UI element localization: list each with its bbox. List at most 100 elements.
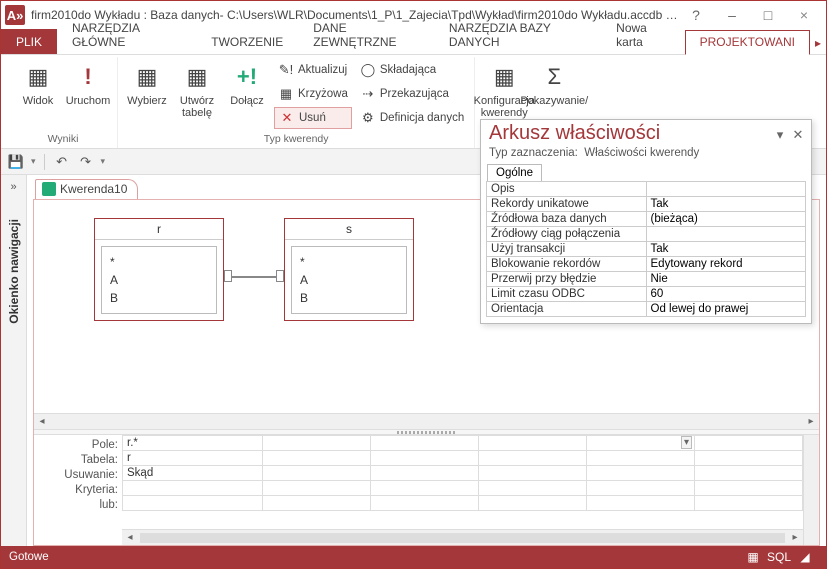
union-icon: ◯ bbox=[360, 62, 376, 78]
nav-expand-icon[interactable]: » bbox=[10, 181, 16, 193]
property-tab-general[interactable]: Ogólne bbox=[487, 164, 542, 181]
property-sheet-move-icon[interactable]: ▾ bbox=[771, 127, 789, 143]
tab-home[interactable]: NARZĘDZIA GŁÓWNE bbox=[57, 16, 196, 54]
close-button[interactable]: × bbox=[786, 3, 822, 27]
crosstab-icon: ▦ bbox=[278, 86, 294, 102]
append-button[interactable]: +!Dołącz bbox=[224, 59, 270, 107]
prop-val-opis[interactable] bbox=[646, 182, 806, 197]
table-r-field-b[interactable]: B bbox=[110, 289, 208, 307]
prop-key-fail: Przerwij przy błędzie bbox=[487, 272, 647, 287]
tab-create[interactable]: TWORZENIE bbox=[196, 30, 298, 54]
prop-key-srcconn: Źródłowy ciąg połączenia bbox=[487, 227, 647, 242]
group-querytype-label: Typ kwerendy bbox=[264, 131, 329, 148]
cell-tabela-1[interactable]: r bbox=[123, 451, 263, 466]
table-s[interactable]: s * A B bbox=[284, 218, 414, 321]
diagram-hscroll[interactable]: ◂▸ bbox=[34, 413, 819, 429]
tab-dbtools[interactable]: NARZĘDZIA BAZY DANYCH bbox=[434, 16, 601, 54]
cell-kryteria-1[interactable] bbox=[123, 481, 263, 496]
prop-val-srcconn[interactable] bbox=[646, 227, 806, 242]
property-grid: Opis Rekordy unikatoweTak Źródłowa baza … bbox=[486, 181, 806, 317]
update-label: Aktualizuj bbox=[298, 64, 347, 76]
cell-pole-3[interactable] bbox=[371, 436, 479, 451]
redo-icon[interactable]: ↷ bbox=[77, 153, 95, 171]
maximize-button[interactable]: □ bbox=[750, 3, 786, 27]
qat-dropdown-icon[interactable]: ▾ bbox=[31, 156, 36, 167]
run-label: Uruchom bbox=[66, 95, 111, 107]
doc-tab-kwerenda10[interactable]: Kwerenda10 bbox=[35, 179, 138, 199]
maketable-label: Utwórz tabelę bbox=[174, 95, 220, 119]
join-stub-left bbox=[224, 270, 232, 282]
cell-pole-2[interactable] bbox=[263, 436, 371, 451]
view-button[interactable]: ▦ Widok bbox=[15, 59, 61, 107]
cell-usuwanie-1[interactable]: Skąd bbox=[123, 466, 263, 481]
minimize-button[interactable]: – bbox=[714, 3, 750, 27]
prop-val-srcdb[interactable]: (bieżąca) bbox=[646, 212, 806, 227]
querysetup-button[interactable]: ▦Konfiguracja kwerendy bbox=[481, 59, 527, 119]
prop-val-unique[interactable]: Tak bbox=[646, 197, 806, 212]
view-datasheet-icon[interactable]: ▦ bbox=[740, 550, 766, 564]
property-sheet-close-icon[interactable]: ✕ bbox=[789, 127, 807, 143]
crosstab-button[interactable]: ▦Krzyżowa bbox=[274, 83, 352, 105]
prop-val-odbc[interactable]: 60 bbox=[646, 287, 806, 302]
table-icon: ▦ bbox=[131, 61, 163, 93]
exclaim-icon: ! bbox=[72, 61, 104, 93]
tab-design[interactable]: PROJEKTOWANI bbox=[685, 30, 810, 55]
tab-file[interactable]: PLIK bbox=[1, 29, 57, 54]
cell-pole-6[interactable] bbox=[695, 436, 803, 451]
showhide-button[interactable]: ΣPokazywanie/ bbox=[531, 59, 577, 107]
prop-val-lock[interactable]: Edytowany rekord bbox=[646, 257, 806, 272]
delete-label: Usuń bbox=[299, 112, 326, 124]
navigation-pane-collapsed[interactable]: » Okienko nawigacji bbox=[1, 175, 27, 546]
property-sheet: Arkusz właściwości ▾ ✕ Typ zaznaczenia: … bbox=[480, 119, 812, 324]
cell-pole-4[interactable] bbox=[479, 436, 587, 451]
cell-pole-5[interactable] bbox=[587, 436, 695, 451]
showhide-label: Pokazywanie/ bbox=[520, 95, 588, 107]
qbe-hscroll[interactable]: ◂▸ bbox=[122, 529, 803, 545]
select-button[interactable]: ▦Wybierz bbox=[124, 59, 170, 107]
table-r-header: r bbox=[95, 219, 223, 240]
join-line[interactable] bbox=[224, 276, 284, 278]
label-kryteria: Kryteria: bbox=[34, 483, 118, 498]
view-label: Widok bbox=[23, 95, 54, 107]
prop-key-lock: Blokowanie rekordów bbox=[487, 257, 647, 272]
prop-val-fail[interactable]: Nie bbox=[646, 272, 806, 287]
union-button[interactable]: ◯ Składająca bbox=[356, 59, 468, 81]
prop-key-srcdb: Źródłowa baza danych bbox=[487, 212, 647, 227]
union-label: Składająca bbox=[380, 64, 436, 76]
view-sql-button[interactable]: SQL bbox=[766, 550, 792, 564]
save-icon[interactable]: 💾 bbox=[7, 153, 25, 171]
qbe-columns[interactable]: r.* r Skąd ◂▸ bbox=[122, 435, 803, 545]
update-button[interactable]: ✎!Aktualizuj bbox=[274, 59, 352, 81]
property-sheet-subtitle: Typ zaznaczenia: Właściwości kwerendy bbox=[481, 147, 811, 163]
undo-icon[interactable]: ↶ bbox=[53, 153, 71, 171]
run-button[interactable]: ! Uruchom bbox=[65, 59, 111, 107]
cell-pole-1[interactable]: r.* bbox=[123, 436, 263, 451]
table-s-field-a[interactable]: A bbox=[300, 271, 398, 289]
tab-overflow[interactable]: ▸ bbox=[810, 31, 826, 54]
delete-button[interactable]: ✕Usuń bbox=[274, 107, 352, 129]
qbe-vscroll[interactable] bbox=[803, 435, 819, 545]
passthrough-button[interactable]: ⇢Przekazująca bbox=[356, 83, 468, 105]
join-stub-right bbox=[276, 270, 284, 282]
cell-lub-1[interactable] bbox=[123, 496, 263, 511]
table-r[interactable]: r * A B bbox=[94, 218, 224, 321]
table-s-field-b[interactable]: B bbox=[300, 289, 398, 307]
table-s-header: s bbox=[285, 219, 413, 240]
table-s-field-star[interactable]: * bbox=[300, 253, 398, 271]
prop-val-orient[interactable]: Od lewej do prawej bbox=[646, 302, 806, 317]
ribbon-group-results: ▦ Widok ! Uruchom Wyniki bbox=[9, 57, 118, 148]
qbe-row-labels: Pole: Tabela: Usuwanie: Kryteria: lub: bbox=[34, 435, 122, 545]
qat-dropdown2-icon[interactable]: ▾ bbox=[101, 156, 106, 167]
tab-new[interactable]: Nowa karta bbox=[601, 16, 684, 54]
table-r-field-a[interactable]: A bbox=[110, 271, 208, 289]
label-pole: Pole: bbox=[34, 438, 118, 453]
maketable-button[interactable]: ▦Utwórz tabelę bbox=[174, 59, 220, 119]
ribbon-tabs: PLIK NARZĘDZIA GŁÓWNE TWORZENIE DANE ZEW… bbox=[1, 29, 826, 55]
tab-external[interactable]: DANE ZEWNĘTRZNE bbox=[298, 16, 434, 54]
ddl-button[interactable]: ⚙Definicja danych bbox=[356, 107, 468, 129]
prop-val-trans[interactable]: Tak bbox=[646, 242, 806, 257]
prop-key-trans: Użyj transakcji bbox=[487, 242, 647, 257]
query-icon bbox=[42, 182, 56, 196]
table-r-field-star[interactable]: * bbox=[110, 253, 208, 271]
view-design-icon[interactable]: ◢ bbox=[792, 550, 818, 564]
